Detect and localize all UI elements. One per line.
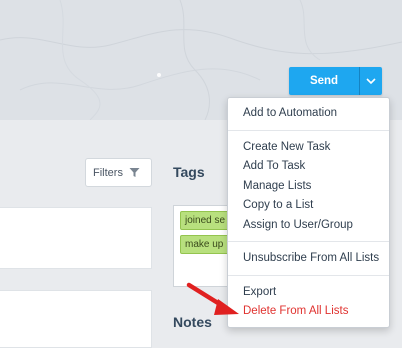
tags-panel: joined se make up (173, 205, 240, 287)
content-card (0, 290, 152, 348)
menu-item-unsubscribe-all[interactable]: Unsubscribe From All Lists (228, 249, 389, 269)
annotation-arrow-icon (186, 282, 239, 315)
send-email-split-button[interactable]: Send Email (289, 67, 382, 95)
menu-item-create-new-task[interactable]: Create New Task (228, 138, 389, 158)
menu-item-delete-from-all-lists[interactable]: Delete From All Lists (228, 302, 389, 322)
actions-dropdown-menu: Add to Automation Create New Task Add To… (227, 97, 390, 328)
content-card (0, 207, 152, 269)
menu-item-manage-lists[interactable]: Manage Lists (228, 177, 389, 197)
tags-heading: Tags (173, 164, 205, 180)
menu-divider (228, 241, 389, 242)
send-email-dropdown-toggle[interactable] (360, 67, 382, 95)
filters-label: Filters (93, 166, 123, 179)
chevron-down-icon (366, 78, 376, 84)
funnel-icon (129, 168, 140, 177)
menu-item-copy-to-list[interactable]: Copy to a List (228, 196, 389, 216)
menu-item-export[interactable]: Export (228, 283, 389, 303)
filters-button[interactable]: Filters (85, 158, 152, 187)
map-marker-dot (157, 73, 161, 77)
menu-item-add-to-automation[interactable]: Add to Automation (228, 104, 389, 124)
send-email-button[interactable]: Send Email (289, 67, 360, 95)
menu-divider (228, 274, 389, 276)
menu-item-assign-to-user-group[interactable]: Assign to User/Group (228, 216, 389, 236)
menu-divider (228, 129, 389, 131)
menu-item-add-to-task[interactable]: Add To Task (228, 157, 389, 177)
